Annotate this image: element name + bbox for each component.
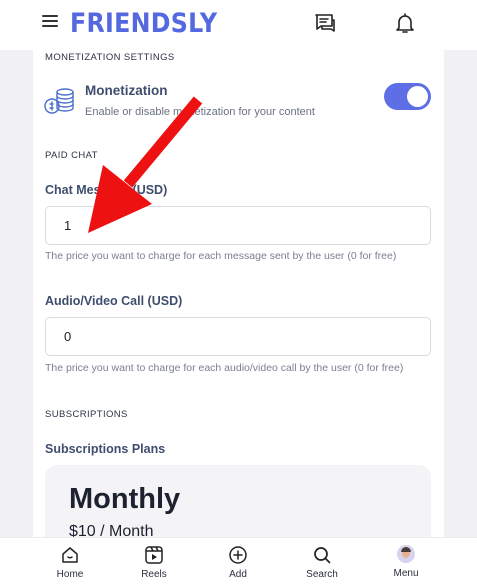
avatar [397, 545, 415, 563]
monetization-section-label: MONETIZATION SETTINGS [45, 52, 175, 63]
search-icon [314, 547, 331, 564]
plan-card-monthly[interactable]: Monthly $10 / Month [45, 465, 431, 537]
bell-icon[interactable] [393, 11, 417, 35]
menu-icon[interactable] [42, 15, 58, 29]
nav-search-label: Search [306, 569, 338, 580]
monetization-subtitle: Enable or disable monetization for your … [85, 106, 315, 118]
nav-add[interactable]: Add [208, 538, 268, 586]
toggle-knob [407, 86, 428, 107]
nav-menu-label: Menu [393, 568, 419, 579]
nav-reels[interactable]: Reels [124, 538, 184, 586]
monetization-title: Monetization [85, 83, 168, 98]
nav-reels-label: Reels [141, 569, 167, 580]
bottom-nav: Home Reels Add Search Menu [0, 537, 477, 586]
subscriptions-title: Subscriptions Plans [45, 442, 166, 456]
home-icon [62, 547, 78, 563]
call-price-label: Audio/Video Call (USD) [45, 294, 183, 308]
nav-home-label: Home [56, 569, 84, 580]
call-price-input[interactable] [45, 317, 431, 356]
nav-search[interactable]: Search [292, 538, 352, 586]
monetization-toggle[interactable] [384, 83, 431, 110]
chat-message-help: The price you want to charge for each me… [45, 250, 397, 262]
subscriptions-section-label: SUBSCRIPTIONS [45, 409, 128, 420]
call-price-help: The price you want to charge for each au… [45, 362, 404, 374]
nav-home[interactable]: Home [40, 538, 100, 586]
top-header: FRIENDSLY [0, 0, 477, 50]
reels-icon [145, 546, 163, 564]
nav-add-label: Add [229, 569, 247, 580]
chat-message-label: Chat Message (USD) [45, 183, 168, 197]
nav-menu[interactable]: Menu [376, 538, 436, 586]
app-logo[interactable]: FRIENDSLY [70, 8, 217, 39]
chat-icon[interactable] [313, 11, 337, 35]
add-icon [229, 546, 247, 564]
chat-message-price-input[interactable] [45, 206, 431, 245]
settings-card: MONETIZATION SETTINGS Monetization Enabl… [33, 50, 444, 537]
plan-name: Monthly [69, 483, 181, 515]
plan-price: $10 / Month [69, 523, 154, 537]
coins-icon [44, 88, 74, 114]
paid-chat-section-label: PAID CHAT [45, 150, 98, 161]
